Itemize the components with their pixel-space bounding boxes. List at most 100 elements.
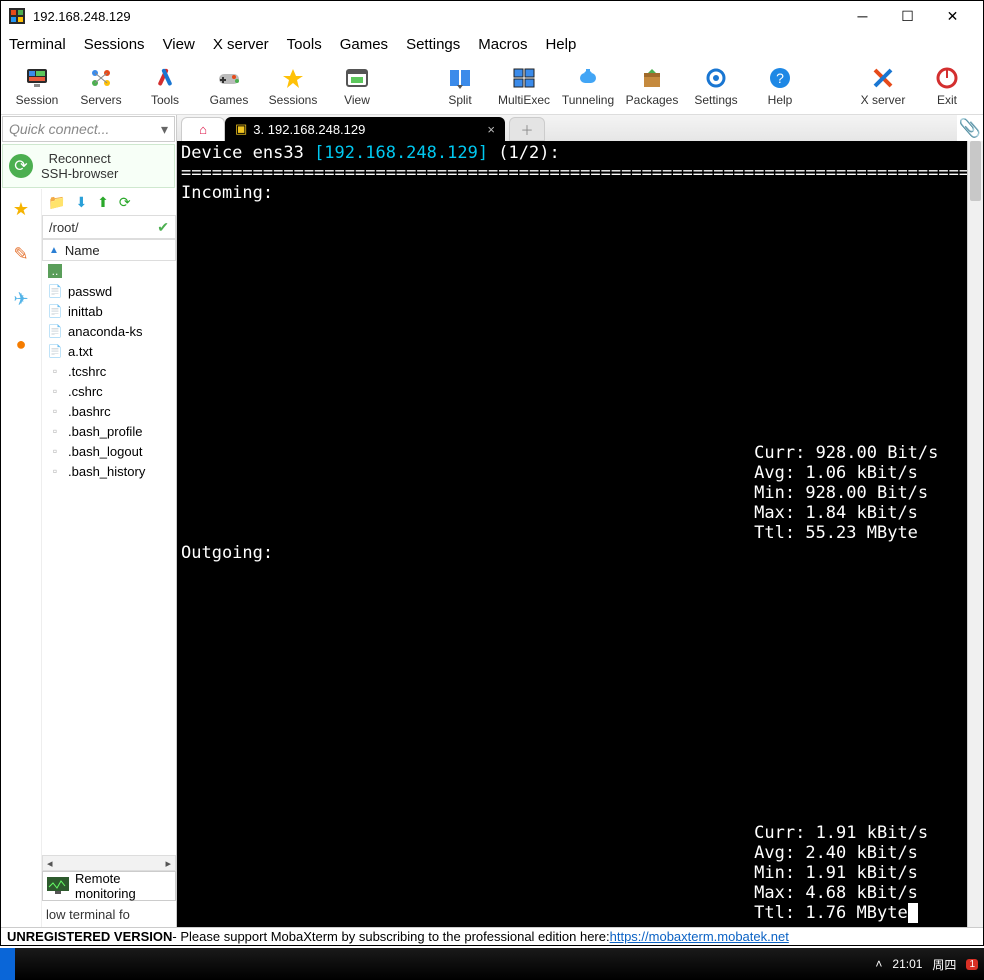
tb-sessions[interactable]: Sessions [265, 65, 321, 107]
monitor-icon [25, 65, 49, 91]
list-item[interactable]: 📄inittab [42, 301, 176, 321]
list-item[interactable]: 📄anaconda-ks [42, 321, 176, 341]
tb-tunneling[interactable]: Tunneling [560, 65, 616, 107]
monitor-icon [47, 877, 69, 895]
tools-tab-icon[interactable]: ✎ [13, 244, 28, 265]
chevron-down-icon[interactable]: ▾ [161, 121, 168, 138]
terminal-output[interactable]: Device ens33 [192.168.248.129] (1/2): ==… [177, 141, 983, 927]
list-item[interactable]: ▫.cshrc [42, 381, 176, 401]
menu-view[interactable]: View [163, 36, 195, 53]
tunnel-icon [576, 65, 600, 91]
h-scrollbar[interactable]: ◂▸ [42, 855, 176, 871]
list-item[interactable]: ▫.bashrc [42, 401, 176, 421]
sort-asc-icon: ▲ [49, 245, 59, 256]
tb-xserver[interactable]: X server [855, 65, 911, 107]
script-icon: 📄 [48, 324, 62, 338]
x-icon [871, 65, 895, 91]
menu-xserver[interactable]: X server [213, 36, 269, 53]
split-icon [448, 65, 472, 91]
titlebar: 192.168.248.129 ─ ☐ ✕ [1, 1, 983, 31]
help-icon: ? [768, 65, 792, 91]
tb-view[interactable]: View [329, 65, 385, 107]
menu-help[interactable]: Help [545, 36, 576, 53]
file-icon: ▫ [48, 384, 62, 398]
txt-icon: 📄 [48, 344, 62, 358]
sftp-tab-icon[interactable]: ● [16, 334, 27, 355]
menu-terminal[interactable]: Terminal [9, 36, 66, 53]
tb-session[interactable]: Session [9, 65, 65, 107]
app-icon [9, 8, 25, 24]
refresh-icon: ⟳ [9, 154, 33, 178]
follow-terminal-checkbox[interactable]: low terminal fo [42, 901, 176, 927]
package-icon [640, 65, 664, 91]
sidebar: Quick connect... ▾ ⟳ ReconnectSSH-browse… [1, 115, 177, 927]
macros-tab-icon[interactable]: ✈ [13, 289, 28, 310]
power-icon [935, 65, 959, 91]
tb-games[interactable]: Games [201, 65, 257, 107]
download-icon[interactable]: ⬇ [75, 194, 87, 211]
home-tab[interactable]: ⌂ [181, 117, 225, 141]
home-icon: ⌂ [199, 122, 207, 137]
tools-icon [153, 65, 177, 91]
terminal-scrollbar[interactable] [967, 141, 983, 927]
menu-macros[interactable]: Macros [478, 36, 527, 53]
tb-help[interactable]: ?Help [752, 65, 808, 107]
file-icon: ▫ [48, 424, 62, 438]
folder-up-icon: .. [48, 264, 62, 278]
side-tabs: ★ ✎ ✈ ● [1, 189, 41, 927]
folder-up-icon[interactable]: 📁 [48, 194, 65, 211]
list-item[interactable]: .... [42, 261, 176, 281]
menu-settings[interactable]: Settings [406, 36, 460, 53]
tb-multiexec[interactable]: MultiExec [496, 65, 552, 107]
file-list-header[interactable]: ▲ Name [42, 239, 176, 261]
list-item[interactable]: 📄passwd [42, 281, 176, 301]
paperclip-icon[interactable]: 📎 [957, 115, 983, 141]
maximize-button[interactable]: ☐ [885, 1, 930, 31]
new-tab-button[interactable]: ＋ [509, 117, 545, 141]
remote-monitoring-button[interactable]: Remote monitoring [42, 871, 176, 901]
terminal-icon: ▣ [235, 121, 247, 137]
toolbar: Session Servers Tools Games Sessions Vie… [1, 57, 983, 115]
close-button[interactable]: ✕ [930, 1, 975, 31]
os-taskbar: ˄ 21:01 周四 1 [0, 948, 984, 980]
tb-servers[interactable]: Servers [73, 65, 129, 107]
terminal-tab[interactable]: ▣ 3. 192.168.248.129 × [225, 117, 505, 141]
list-item[interactable]: ▫.bash_logout [42, 441, 176, 461]
reconnect-button[interactable]: ⟳ ReconnectSSH-browser [2, 144, 175, 188]
tb-exit[interactable]: Exit [919, 65, 975, 107]
date: 周四 [932, 956, 956, 973]
check-icon: ✔ [157, 219, 169, 236]
tb-split[interactable]: Split [432, 65, 488, 107]
tab-bar: ⌂ ▣ 3. 192.168.248.129 × ＋ 📎 [177, 115, 983, 141]
close-tab-icon[interactable]: × [487, 122, 495, 137]
notification-badge[interactable]: 1 [966, 959, 978, 970]
multiexec-icon [512, 65, 536, 91]
list-item[interactable]: ▫.bash_history [42, 461, 176, 481]
file-browser: 📁 ⬇ ⬆ ⟳ /root/ ✔ ▲ Name .... [41, 189, 176, 927]
list-item[interactable]: ▫.bash_profile [42, 421, 176, 441]
tb-settings[interactable]: Settings [688, 65, 744, 107]
tb-packages[interactable]: Packages [624, 65, 680, 107]
tb-tools[interactable]: Tools [137, 65, 193, 107]
menu-sessions[interactable]: Sessions [84, 36, 145, 53]
file-list: .... 📄passwd 📄inittab 📄anaconda-ks 📄a.tx… [42, 261, 176, 855]
svg-text:?: ? [776, 70, 784, 86]
favorites-tab-icon[interactable]: ★ [13, 199, 29, 220]
refresh-icon[interactable]: ⟳ [119, 194, 131, 211]
subscribe-link[interactable]: https://mobaxterm.mobatek.net [610, 929, 789, 944]
file-icon: 📄 [48, 284, 62, 298]
unregistered-label: UNREGISTERED VERSION [7, 929, 172, 944]
upload-icon[interactable]: ⬆ [97, 194, 109, 211]
star-icon [281, 65, 305, 91]
quick-connect-input[interactable]: Quick connect... ▾ [2, 116, 175, 142]
list-item[interactable]: 📄a.txt [42, 341, 176, 361]
menu-tools[interactable]: Tools [287, 36, 322, 53]
file-icon: ▫ [48, 444, 62, 458]
path-field[interactable]: /root/ ✔ [42, 215, 176, 239]
list-item[interactable]: ▫.tcshrc [42, 361, 176, 381]
window-title: 192.168.248.129 [33, 9, 840, 24]
menu-games[interactable]: Games [340, 36, 388, 53]
minimize-button[interactable]: ─ [840, 1, 885, 31]
clock: 21:01 [892, 957, 922, 971]
tray-chevron-up-icon[interactable]: ˄ [875, 957, 882, 971]
